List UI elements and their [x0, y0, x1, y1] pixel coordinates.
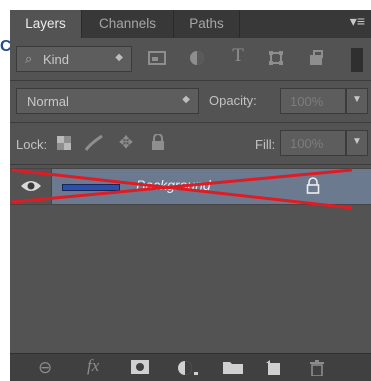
filter-toggle-switch[interactable]	[351, 48, 363, 72]
type-filter-icon[interactable]: T	[228, 46, 248, 65]
search-icon: ⌕	[25, 51, 33, 66]
tab-paths[interactable]: Paths	[174, 10, 240, 38]
new-layer-icon[interactable]	[266, 360, 282, 379]
panel-menu-icon[interactable]: ▾≡	[350, 13, 365, 30]
divider	[10, 122, 371, 123]
opacity-label: Opacity:	[209, 93, 257, 108]
folder-icon[interactable]	[223, 360, 243, 378]
kind-filter-select[interactable]: ⌕ Kind ◆	[16, 46, 132, 72]
fill-field[interactable]: 100%	[280, 130, 346, 156]
lock-image-pixels-icon[interactable]	[83, 134, 105, 156]
divider	[10, 80, 371, 81]
lock-all-icon[interactable]	[148, 133, 168, 154]
tab-layers[interactable]: Layers	[10, 10, 82, 38]
adjustment-filter-icon[interactable]	[187, 50, 207, 70]
opacity-value: 100%	[290, 94, 324, 109]
panel-tab-bar: Layers Channels Paths ▾≡	[10, 10, 371, 38]
cross-out-annotation	[11, 168, 353, 210]
chevron-down-icon: ▼	[352, 94, 362, 105]
layers-panel: Layers Channels Paths ▾≡ ⌕ Kind ◆ T Norm…	[10, 10, 371, 381]
lock-position-icon[interactable]: ✥	[116, 134, 136, 151]
lock-label: Lock:	[16, 137, 48, 152]
opacity-field[interactable]: 100%	[280, 88, 346, 114]
image-filter-icon[interactable]	[147, 51, 167, 69]
fill-label: Fill:	[255, 137, 276, 152]
lock-transparent-pixels-icon[interactable]	[55, 136, 73, 154]
tab-channels[interactable]: Channels	[82, 10, 174, 38]
layer-style-fx-icon[interactable]: fx	[87, 357, 99, 374]
fill-value: 100%	[290, 136, 324, 151]
blend-mode-value: Normal	[27, 94, 69, 109]
shape-filter-icon[interactable]	[266, 50, 286, 70]
stepper-icon: ◆	[115, 52, 123, 63]
smart-object-filter-icon[interactable]	[306, 50, 326, 70]
chevron-down-icon: ▼	[352, 136, 362, 147]
blend-mode-select[interactable]: Normal ◆	[16, 88, 199, 114]
trash-icon[interactable]	[310, 360, 324, 380]
add-mask-icon[interactable]	[131, 360, 149, 378]
adjustment-layer-icon[interactable]	[177, 360, 199, 380]
opacity-dropdown-button[interactable]: ▼	[346, 88, 368, 114]
kind-filter-label: Kind	[43, 52, 70, 67]
panel-footer: ⊖ fx	[10, 353, 371, 381]
stepper-icon: ◆	[182, 94, 190, 105]
link-layers-icon[interactable]: ⊖	[38, 359, 52, 376]
fill-dropdown-button[interactable]: ▼	[346, 130, 368, 156]
